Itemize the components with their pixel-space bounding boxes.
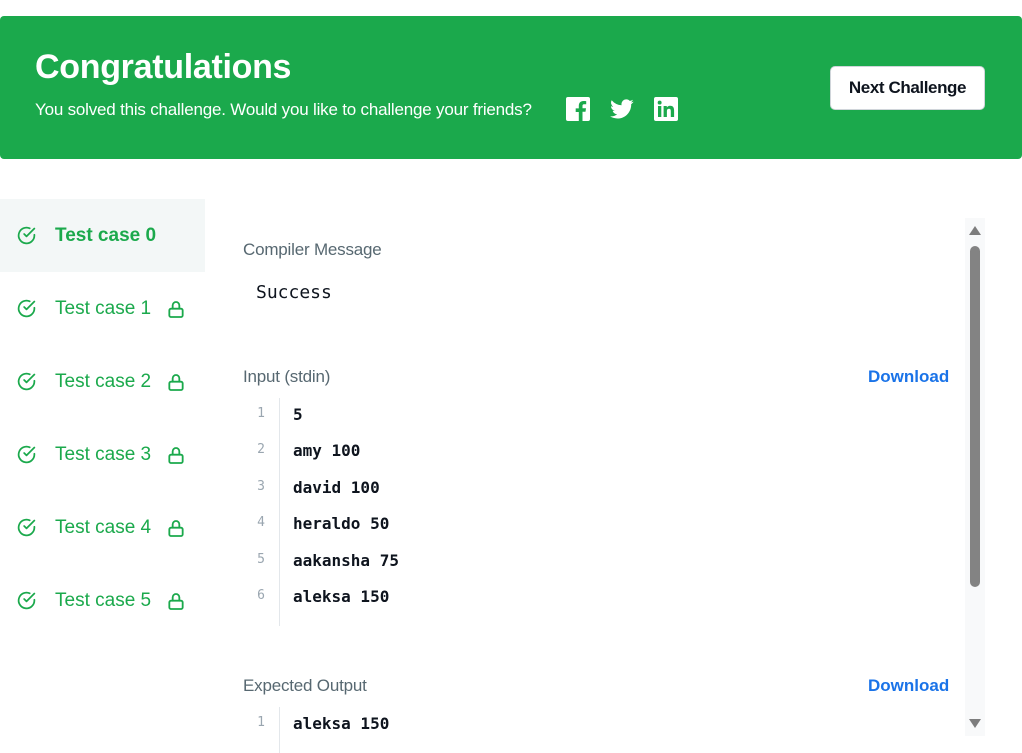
code-line: 4 heraldo 50: [243, 507, 943, 543]
check-circle-icon: [17, 518, 36, 537]
input-code-block: 15 2 amy 100 3 david 100 4 heraldo 50 5 aaka…: [243, 398, 943, 626]
line-number: 3: [257, 478, 265, 494]
code-text: aakansha 75: [293, 550, 399, 570]
lock-icon: [168, 520, 184, 537]
scroll-down-arrow-icon[interactable]: [969, 719, 981, 728]
expected-code-block: 1 aleksa 150: [243, 707, 943, 753]
code-line: 6 aleksa 150: [243, 580, 943, 616]
tab-test-case-1[interactable]: Test case 1: [0, 272, 205, 345]
input-label: Input (stdin): [243, 367, 331, 386]
code-text: heraldo 50: [293, 514, 390, 534]
tab-test-case-5[interactable]: Test case 5: [0, 564, 205, 637]
lock-icon: [168, 593, 184, 610]
scrollbar-thumb[interactable]: [970, 246, 980, 587]
line-number: 6: [257, 587, 265, 603]
facebook-icon[interactable]: [566, 97, 590, 121]
check-circle-icon: [17, 591, 36, 610]
tab-label: Test case 4: [55, 517, 152, 538]
tab-test-case-2[interactable]: Test case 2: [0, 345, 205, 418]
code-line: 15: [243, 398, 943, 434]
expected-download-link[interactable]: Download: [868, 676, 949, 696]
expected-output-label: Expected Output: [243, 676, 367, 695]
input-download-link[interactable]: Download: [868, 367, 949, 387]
code-line: 3 david 100: [243, 471, 943, 507]
success-banner: Congratulations You solved this challeng…: [0, 16, 1022, 159]
code-text: amy 100: [293, 441, 361, 461]
tab-label: Test case 1: [55, 298, 152, 319]
line-number: 4: [257, 515, 265, 531]
compiler-message: Success: [256, 282, 332, 303]
tab-test-case-0[interactable]: Test case 0: [0, 199, 205, 272]
test-case-details: Compiler Message Success Input (stdin) D…: [205, 218, 985, 753]
line-number: 1: [257, 715, 265, 730]
code-text: david 100: [293, 477, 380, 497]
line-number: 2: [257, 442, 265, 458]
check-circle-icon: [17, 445, 36, 464]
check-circle-icon: [17, 372, 36, 391]
code-text: aleksa 150: [293, 714, 390, 733]
tab-label: Test case 0: [55, 225, 157, 246]
banner-title: Congratulations: [35, 48, 292, 86]
banner-subtitle: You solved this challenge. Would you lik…: [35, 100, 532, 119]
code-text: aleksa 150: [293, 586, 390, 606]
twitter-icon[interactable]: [610, 97, 634, 121]
code-line: 1 aleksa 150: [243, 707, 943, 743]
compiler-message-label: Compiler Message: [243, 240, 382, 259]
tab-label: Test case 3: [55, 444, 152, 465]
tab-test-case-3[interactable]: Test case 3: [0, 418, 205, 491]
scroll-up-arrow-icon[interactable]: [969, 226, 981, 235]
check-circle-icon: [17, 226, 36, 245]
check-circle-icon: [17, 299, 36, 318]
code-text: 5: [293, 405, 303, 424]
tab-label: Test case 5: [55, 590, 152, 611]
test-case-sidebar: Test case 0 Test case 1 Test case 2 Test…: [0, 199, 205, 637]
lock-icon: [168, 374, 184, 391]
tab-test-case-4[interactable]: Test case 4: [0, 491, 205, 564]
next-challenge-button[interactable]: Next Challenge: [830, 66, 985, 110]
lock-icon: [168, 447, 184, 464]
line-number: 5: [257, 551, 265, 567]
line-number: 1: [257, 406, 265, 421]
code-line: 5 aakansha 75: [243, 544, 943, 580]
vertical-scrollbar[interactable]: [965, 218, 985, 736]
tab-label: Test case 2: [55, 371, 152, 392]
lock-icon: [168, 301, 184, 318]
linkedin-icon[interactable]: [654, 97, 678, 121]
code-line: 2 amy 100: [243, 434, 943, 470]
